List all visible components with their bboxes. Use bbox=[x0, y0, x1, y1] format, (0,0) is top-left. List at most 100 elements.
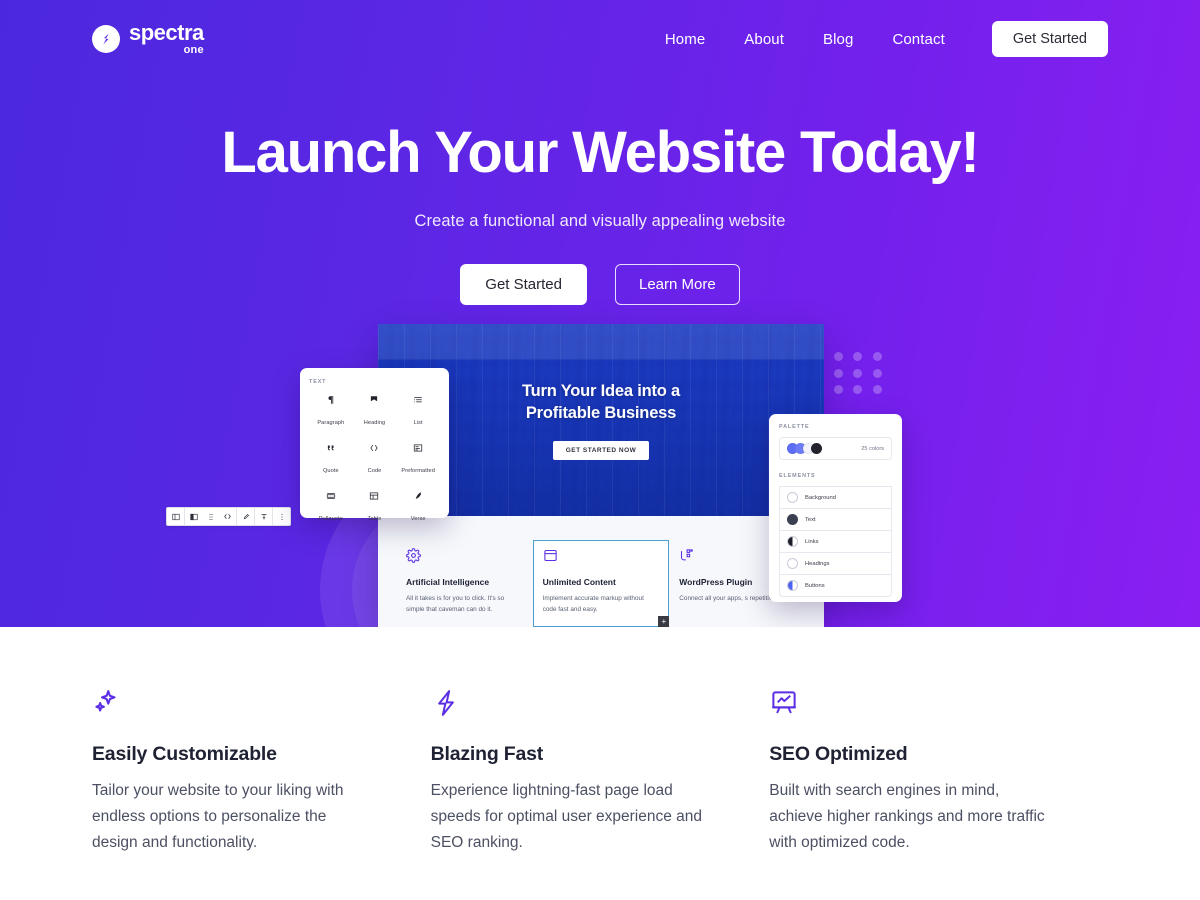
features-section: Easily Customizable Tailor your website … bbox=[0, 627, 1200, 856]
code-icon bbox=[353, 440, 397, 456]
palette-color-count: 25 colors bbox=[861, 445, 884, 452]
table-icon bbox=[353, 488, 397, 504]
color-swatch bbox=[787, 536, 798, 547]
mockup-hero-line-1: Turn Your Idea into a bbox=[521, 381, 681, 400]
block-label: Table bbox=[367, 516, 382, 522]
block-label: List bbox=[413, 420, 423, 426]
hero-section: spectra one Home About Blog Contact Get … bbox=[0, 0, 1200, 627]
element-row-buttons[interactable]: Buttons bbox=[779, 574, 892, 597]
block-label: Verse bbox=[410, 516, 426, 522]
palette-swatches bbox=[787, 443, 822, 454]
color-swatch bbox=[787, 580, 798, 591]
block-label: Paragraph bbox=[317, 420, 345, 426]
brand-logo[interactable]: spectra one bbox=[92, 22, 204, 56]
mockup-feature-title: Unlimited Content bbox=[542, 577, 616, 587]
feature-title: Blazing Fast bbox=[430, 743, 544, 765]
text-panel-label: TEXT bbox=[309, 379, 327, 385]
text-blocks-grid: Paragraph Heading List Quote Code Prefor… bbox=[309, 392, 440, 525]
elements-label: ELEMENTS bbox=[779, 473, 816, 479]
lightning-bolt-icon bbox=[431, 688, 708, 722]
element-row-background[interactable]: Background bbox=[779, 486, 892, 508]
feature-description: Experience lightning-fast page load spee… bbox=[430, 782, 703, 851]
mockup-hero-cta-button[interactable]: GET STARTED NOW bbox=[552, 441, 650, 461]
palette-panel-label: PALETTE bbox=[779, 424, 810, 430]
mockup-feature-ai[interactable]: Artificial Intelligence All it takes is … bbox=[396, 548, 533, 627]
palette-panel: PALETTE 25 colors ELEMENTS Background Te… bbox=[769, 414, 902, 602]
hero-learn-more-button[interactable]: Learn More bbox=[615, 263, 740, 305]
element-label: Background bbox=[805, 494, 836, 501]
link-icon[interactable] bbox=[237, 508, 254, 525]
block-type-icon[interactable] bbox=[167, 508, 184, 525]
nav-link-blog[interactable]: Blog bbox=[823, 31, 853, 48]
element-row-headings[interactable]: Headings bbox=[779, 552, 892, 574]
color-swatch bbox=[787, 492, 798, 503]
mockup-hero-title: Turn Your Idea into a Profitable Busines… bbox=[522, 380, 680, 425]
list-icon bbox=[396, 392, 440, 408]
block-item-preformatted[interactable]: Preformatted bbox=[396, 440, 440, 477]
mockup-feature-desc: Implement accurate markup without code f… bbox=[542, 595, 644, 614]
mockup-hero-line-2: Profitable Business bbox=[525, 404, 677, 422]
element-row-links[interactable]: Links bbox=[779, 530, 892, 552]
add-block-button[interactable]: + bbox=[658, 616, 670, 627]
color-swatch bbox=[787, 558, 798, 569]
sparkles-icon bbox=[92, 688, 369, 722]
window-icon bbox=[543, 548, 660, 568]
quote-icon bbox=[309, 440, 353, 456]
feature-title: SEO Optimized bbox=[769, 743, 908, 765]
feature-blazing-fast: Blazing Fast Experience lightning-fast p… bbox=[431, 688, 770, 856]
block-label: Pullquote bbox=[318, 516, 343, 522]
block-item-list[interactable]: List bbox=[396, 392, 440, 429]
mockup-feature-title: Artificial Intelligence bbox=[406, 577, 490, 587]
block-editor-toolbar[interactable] bbox=[166, 507, 291, 526]
text-blocks-panel: TEXT Paragraph Heading List Quote Code P… bbox=[300, 368, 449, 522]
paragraph-icon bbox=[309, 392, 353, 408]
brand-suffix: one bbox=[183, 44, 204, 56]
hero-button-group: Get Started Learn More bbox=[0, 263, 1200, 305]
block-item-paragraph[interactable]: Paragraph bbox=[309, 392, 353, 429]
block-label: Quote bbox=[322, 468, 339, 474]
block-item-verse[interactable]: Verse bbox=[396, 488, 440, 525]
brand-name: spectra bbox=[129, 20, 204, 45]
gear-icon bbox=[406, 548, 523, 568]
palette-swatch-row[interactable]: 25 colors bbox=[779, 437, 892, 460]
swatch bbox=[811, 443, 822, 454]
element-row-text[interactable]: Text bbox=[779, 508, 892, 530]
spectra-s-logo-icon bbox=[92, 25, 120, 53]
block-item-pullquote[interactable]: Pullquote bbox=[309, 488, 353, 525]
feature-description: Tailor your website to your liking with … bbox=[92, 782, 344, 851]
move-icon[interactable] bbox=[219, 508, 236, 525]
feature-title: Easily Customizable bbox=[92, 743, 277, 765]
more-options-icon[interactable] bbox=[273, 508, 290, 525]
align-icon[interactable] bbox=[255, 508, 272, 525]
nav-link-contact[interactable]: Contact bbox=[892, 31, 944, 48]
hero-get-started-button[interactable]: Get Started bbox=[460, 263, 587, 305]
element-label: Headings bbox=[805, 560, 830, 567]
block-item-heading[interactable]: Heading bbox=[353, 392, 397, 429]
nav-link-about[interactable]: About bbox=[744, 31, 784, 48]
element-label: Links bbox=[805, 538, 819, 545]
mockup-feature-unlimited-content[interactable]: Unlimited Content Implement accurate mar… bbox=[532, 540, 670, 627]
element-label: Buttons bbox=[805, 582, 825, 589]
main-navigation: spectra one Home About Blog Contact Get … bbox=[0, 0, 1200, 78]
transform-icon[interactable] bbox=[185, 508, 202, 525]
nav-link-home[interactable]: Home bbox=[665, 31, 705, 48]
mockup-feature-desc: All it takes is for you to click. It's s… bbox=[406, 595, 505, 614]
nav-links: Home About Blog Contact bbox=[665, 31, 945, 48]
hero-copy: Launch Your Website Today! Create a func… bbox=[0, 120, 1200, 305]
block-item-quote[interactable]: Quote bbox=[309, 440, 353, 477]
block-label: Heading bbox=[363, 420, 386, 426]
product-mockup: Turn Your Idea into a Profitable Busines… bbox=[0, 324, 1200, 627]
heading-icon bbox=[353, 392, 397, 408]
pullquote-icon bbox=[309, 488, 353, 504]
element-label: Text bbox=[805, 516, 816, 523]
hero-title: Launch Your Website Today! bbox=[221, 120, 979, 185]
color-swatch bbox=[787, 514, 798, 525]
block-item-code[interactable]: Code bbox=[353, 440, 397, 477]
block-item-table[interactable]: Table bbox=[353, 488, 397, 525]
nav-get-started-button[interactable]: Get Started bbox=[991, 21, 1108, 57]
feature-seo-optimized: SEO Optimized Built with search engines … bbox=[769, 688, 1108, 856]
drag-handle-icon[interactable] bbox=[202, 508, 219, 525]
seo-chart-board-icon bbox=[769, 688, 1046, 722]
block-label: Code bbox=[367, 468, 382, 474]
preformatted-icon bbox=[396, 440, 440, 456]
